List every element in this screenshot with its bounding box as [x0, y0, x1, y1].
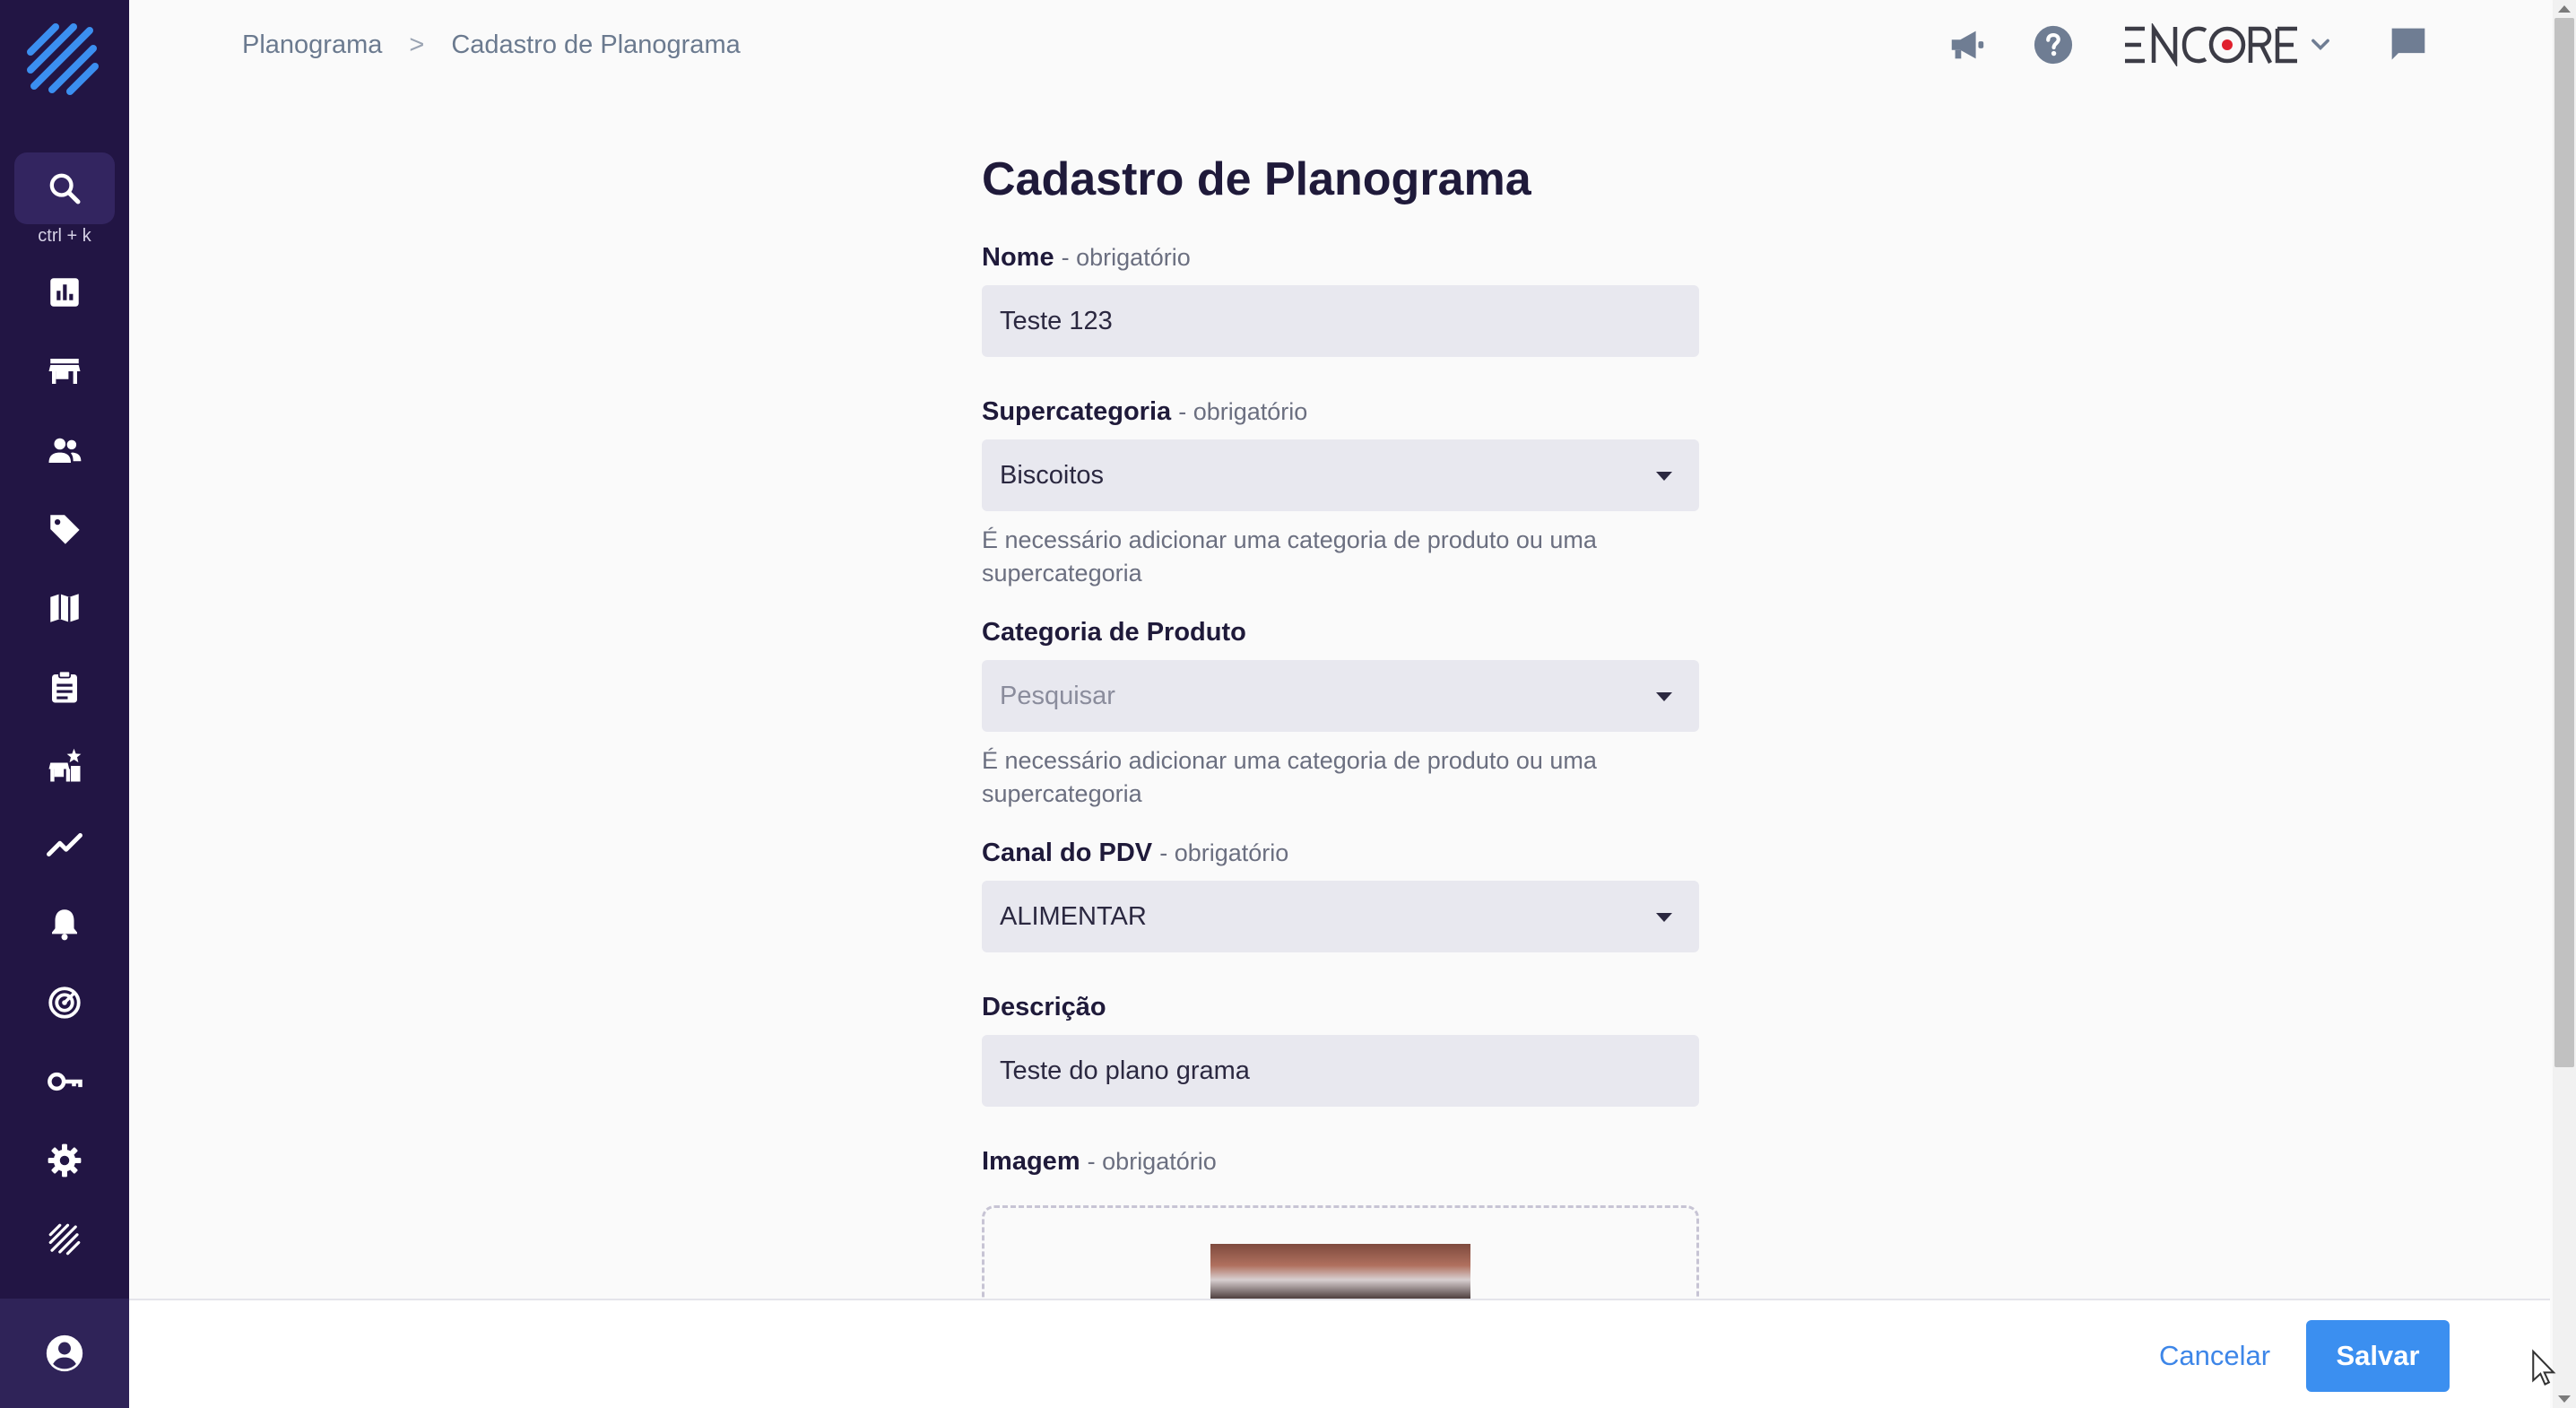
- scroll-up-arrow-icon[interactable]: [2558, 5, 2571, 13]
- imagem-label-text: Imagem: [982, 1147, 1080, 1176]
- descricao-value: Teste do plano grama: [1000, 1056, 1250, 1085]
- scroll-down-arrow-icon[interactable]: [2558, 1395, 2571, 1403]
- sidebar-item-tags[interactable]: [32, 497, 97, 561]
- descricao-label: Descrição: [982, 985, 1699, 1030]
- imagem-label: Imagem - obrigatório: [982, 1139, 1699, 1184]
- field-categoria-produto: Categoria de Produto Pesquisar É necessá…: [982, 610, 1699, 811]
- field-descricao: Descrição Teste do plano grama: [982, 985, 1699, 1107]
- sidebar-item-people[interactable]: [32, 418, 97, 482]
- canal-value: ALIMENTAR: [1000, 901, 1147, 931]
- page-scrollbar[interactable]: [2553, 0, 2576, 1408]
- target-icon: [48, 986, 81, 1019]
- chevron-down-icon: [2311, 39, 2329, 50]
- caret-down-icon: [1656, 472, 1672, 481]
- required-hint: - obrigatório: [1061, 244, 1191, 271]
- encore-brand-logo: [2125, 23, 2297, 66]
- field-nome: Nome - obrigatório Teste 123: [982, 235, 1699, 357]
- save-button[interactable]: Salvar: [2306, 1320, 2450, 1392]
- supercategoria-label: Supercategoria - obrigatório: [982, 389, 1699, 434]
- supercategoria-label-text: Supercategoria: [982, 397, 1172, 426]
- sidebar-item-brand[interactable]: [32, 1207, 97, 1272]
- sidebar-item-featured-stores[interactable]: [32, 734, 97, 798]
- search-shortcut-hint: ctrl + k: [38, 226, 91, 246]
- people-icon: [48, 438, 82, 463]
- sidebar-item-map[interactable]: [32, 576, 97, 640]
- categoria-label-text: Categoria de Produto: [982, 618, 1246, 647]
- sidebar-item-notifications[interactable]: [32, 891, 97, 956]
- descricao-input[interactable]: Teste do plano grama: [982, 1035, 1699, 1107]
- required-hint: - obrigatório: [1087, 1148, 1217, 1175]
- cancel-button[interactable]: Cancelar: [2152, 1320, 2277, 1392]
- canal-select[interactable]: ALIMENTAR: [982, 881, 1699, 952]
- brand-logo-icon: [48, 1223, 81, 1256]
- breadcrumb: Planograma > Cadastro de Planograma: [242, 27, 741, 63]
- categoria-help: É necessário adicionar uma categoria de …: [982, 747, 1597, 807]
- sidebar: ctrl + k: [0, 0, 129, 1408]
- breadcrumb-separator: >: [409, 30, 425, 59]
- megaphone-icon: [1951, 30, 1984, 59]
- trend-line-icon: [47, 833, 82, 856]
- image-preview-thumbnail[interactable]: [1210, 1244, 1470, 1304]
- image-upload-dropzone[interactable]: [982, 1205, 1699, 1304]
- descricao-label-text: Descrição: [982, 993, 1106, 1021]
- field-canal-pdv: Canal do PDV - obrigatório ALIMENTAR: [982, 830, 1699, 952]
- sidebar-item-tasks[interactable]: [32, 655, 97, 719]
- clipboard-icon: [52, 670, 77, 703]
- nome-value: Teste 123: [1000, 306, 1113, 335]
- user-profile-button[interactable]: [0, 1299, 129, 1408]
- required-hint: - obrigatório: [1178, 398, 1308, 425]
- supercategoria-select[interactable]: Biscoitos: [982, 439, 1699, 511]
- mouse-cursor-icon: [2532, 1349, 2556, 1386]
- global-search-button[interactable]: [14, 152, 115, 224]
- categoria-placeholder: Pesquisar: [1000, 681, 1115, 710]
- sidebar-item-settings[interactable]: [32, 1128, 97, 1193]
- nome-label: Nome - obrigatório: [982, 235, 1699, 280]
- field-imagem: Imagem - obrigatório: [982, 1139, 1699, 1184]
- scrollbar-thumb[interactable]: [2554, 18, 2574, 1067]
- nome-input[interactable]: Teste 123: [982, 285, 1699, 357]
- categoria-label: Categoria de Produto: [982, 610, 1699, 655]
- bar-chart-icon: [50, 278, 79, 307]
- key-icon: [48, 1072, 82, 1091]
- search-icon: [49, 173, 81, 204]
- sidebar-item-access[interactable]: [32, 1049, 97, 1114]
- canal-label-text: Canal do PDV: [982, 839, 1153, 867]
- caret-down-icon: [1656, 913, 1672, 922]
- sidebar-item-dashboard[interactable]: [32, 260, 97, 325]
- chat-icon: [2391, 28, 2425, 60]
- planogram-form: Cadastro de Planograma Nome - obrigatóri…: [982, 143, 1699, 1184]
- required-hint: - obrigatório: [1159, 839, 1289, 866]
- breadcrumb-planograma[interactable]: Planograma: [242, 30, 382, 60]
- bell-icon: [52, 909, 77, 941]
- announcements-button[interactable]: [1940, 18, 1994, 72]
- help-circle-icon: [2034, 25, 2073, 65]
- supercategoria-value: Biscoitos: [1000, 460, 1105, 490]
- nome-label-text: Nome: [982, 243, 1054, 272]
- sidebar-item-stores[interactable]: [32, 339, 97, 404]
- supercategoria-help: É necessário adicionar uma categoria de …: [982, 526, 1597, 587]
- store-icon: [48, 359, 81, 384]
- sidebar-item-trends[interactable]: [32, 813, 97, 877]
- chat-button[interactable]: [2381, 18, 2435, 72]
- field-supercategoria: Supercategoria - obrigatório Biscoitos É…: [982, 389, 1699, 590]
- app-logo-icon[interactable]: [22, 18, 108, 104]
- map-icon: [50, 594, 79, 622]
- categoria-select[interactable]: Pesquisar: [982, 660, 1699, 732]
- tag-icon: [50, 515, 80, 544]
- tenant-switcher[interactable]: [2121, 18, 2333, 72]
- gear-icon: [48, 1143, 82, 1178]
- page-title: Cadastro de Planograma: [982, 153, 1531, 205]
- account-circle-icon: [46, 1334, 83, 1372]
- store-star-icon: [48, 748, 82, 782]
- help-button[interactable]: [2026, 18, 2080, 72]
- sidebar-item-targets[interactable]: [32, 970, 97, 1035]
- canal-label: Canal do PDV - obrigatório: [982, 830, 1699, 875]
- breadcrumb-current: Cadastro de Planograma: [451, 30, 741, 59]
- caret-down-icon: [1656, 692, 1672, 701]
